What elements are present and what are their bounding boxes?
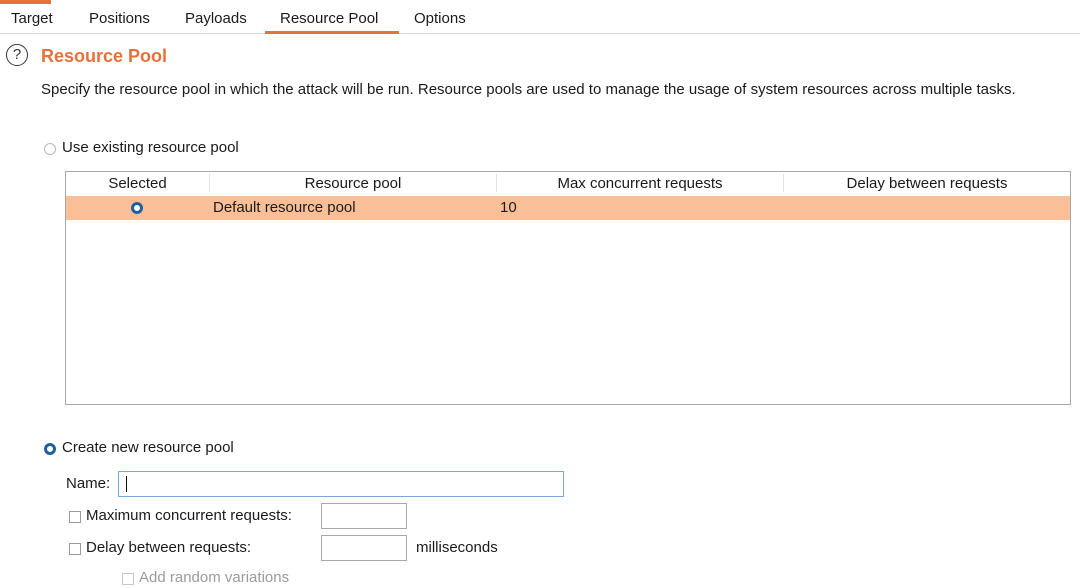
section-title: Resource Pool — [41, 46, 168, 66]
row-selected-radio[interactable] — [131, 202, 143, 214]
name-input[interactable] — [118, 471, 564, 497]
help-icon[interactable]: ? — [6, 44, 28, 66]
column-header-delay[interactable]: Delay between requests — [784, 172, 1070, 195]
tab-payloads[interactable]: Payloads — [185, 8, 247, 30]
name-label: Name: — [66, 475, 111, 492]
delay-checkbox[interactable] — [69, 543, 81, 555]
delay-unit-label: milliseconds — [416, 539, 498, 556]
column-header-resource-pool[interactable]: Resource pool — [210, 172, 496, 195]
tab-bar — [0, 0, 1080, 34]
random-variations-label[interactable]: Add random variations — [139, 569, 289, 586]
section-description: Specify the resource pool in which the a… — [41, 81, 1016, 98]
create-new-radio[interactable] — [44, 443, 56, 455]
cell-max-concurrent: 10 — [500, 199, 517, 216]
tab-options[interactable]: Options — [414, 8, 466, 30]
window-accent-line — [0, 0, 51, 4]
tab-resource-pool[interactable]: Resource Pool — [280, 8, 378, 30]
active-tab-indicator — [265, 31, 399, 34]
delay-label[interactable]: Delay between requests: — [86, 539, 251, 556]
delay-input[interactable] — [321, 535, 407, 561]
tab-positions[interactable]: Positions — [89, 8, 150, 30]
random-variations-checkbox[interactable] — [122, 573, 134, 585]
column-header-selected[interactable]: Selected — [66, 172, 209, 195]
tab-target[interactable]: Target — [11, 8, 53, 30]
use-existing-label[interactable]: Use existing resource pool — [62, 139, 239, 156]
text-cursor — [126, 476, 127, 492]
use-existing-radio[interactable] — [44, 143, 56, 155]
create-new-label[interactable]: Create new resource pool — [62, 439, 234, 456]
max-concurrent-label[interactable]: Maximum concurrent requests: — [86, 507, 292, 524]
max-concurrent-checkbox[interactable] — [69, 511, 81, 523]
max-concurrent-input[interactable] — [321, 503, 407, 529]
cell-resource-pool-name: Default resource pool — [213, 199, 356, 216]
column-header-max-concurrent[interactable]: Max concurrent requests — [497, 172, 783, 195]
